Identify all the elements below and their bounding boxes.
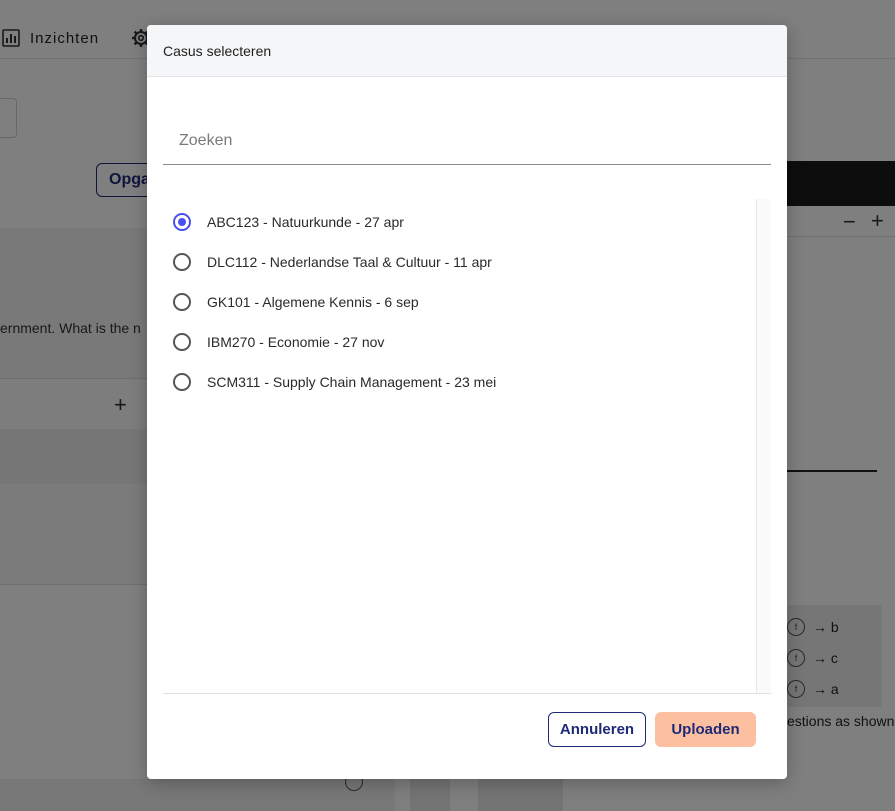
dialog-header: Casus selecteren	[147, 25, 787, 77]
case-option-dlc112[interactable]: DLC112 - Nederlandse Taal & Cultuur - 11…	[163, 242, 753, 282]
case-option-label: SCM311 - Supply Chain Management - 23 me…	[207, 374, 497, 390]
radio-button[interactable]	[173, 253, 191, 271]
radio-button[interactable]	[173, 213, 191, 231]
case-option-label: DLC112 - Nederlandse Taal & Cultuur - 11…	[207, 254, 492, 270]
cancel-button[interactable]: Annuleren	[548, 712, 646, 747]
case-list: ABC123 - Natuurkunde - 27 apr DLC112 - N…	[163, 199, 753, 402]
radio-button[interactable]	[173, 373, 191, 391]
upload-button[interactable]: Uploaden	[655, 712, 756, 747]
case-option-label: GK101 - Algemene Kennis - 6 sep	[207, 294, 419, 310]
select-case-dialog: Casus selecteren ABC123 - Natuurkunde - …	[147, 25, 787, 779]
search-input[interactable]	[163, 117, 771, 165]
case-option-gk101[interactable]: GK101 - Algemene Kennis - 6 sep	[163, 282, 753, 322]
case-option-label: ABC123 - Natuurkunde - 27 apr	[207, 214, 404, 230]
dialog-title: Casus selecteren	[163, 42, 272, 59]
case-list-container: ABC123 - Natuurkunde - 27 apr DLC112 - N…	[163, 199, 771, 694]
case-option-label: IBM270 - Economie - 27 nov	[207, 334, 385, 350]
case-option-scm311[interactable]: SCM311 - Supply Chain Management - 23 me…	[163, 362, 753, 402]
list-scrollbar[interactable]	[756, 199, 771, 693]
case-option-abc123[interactable]: ABC123 - Natuurkunde - 27 apr	[163, 202, 753, 242]
radio-button[interactable]	[173, 333, 191, 351]
case-option-ibm270[interactable]: IBM270 - Economie - 27 nov	[163, 322, 753, 362]
radio-button[interactable]	[173, 293, 191, 311]
